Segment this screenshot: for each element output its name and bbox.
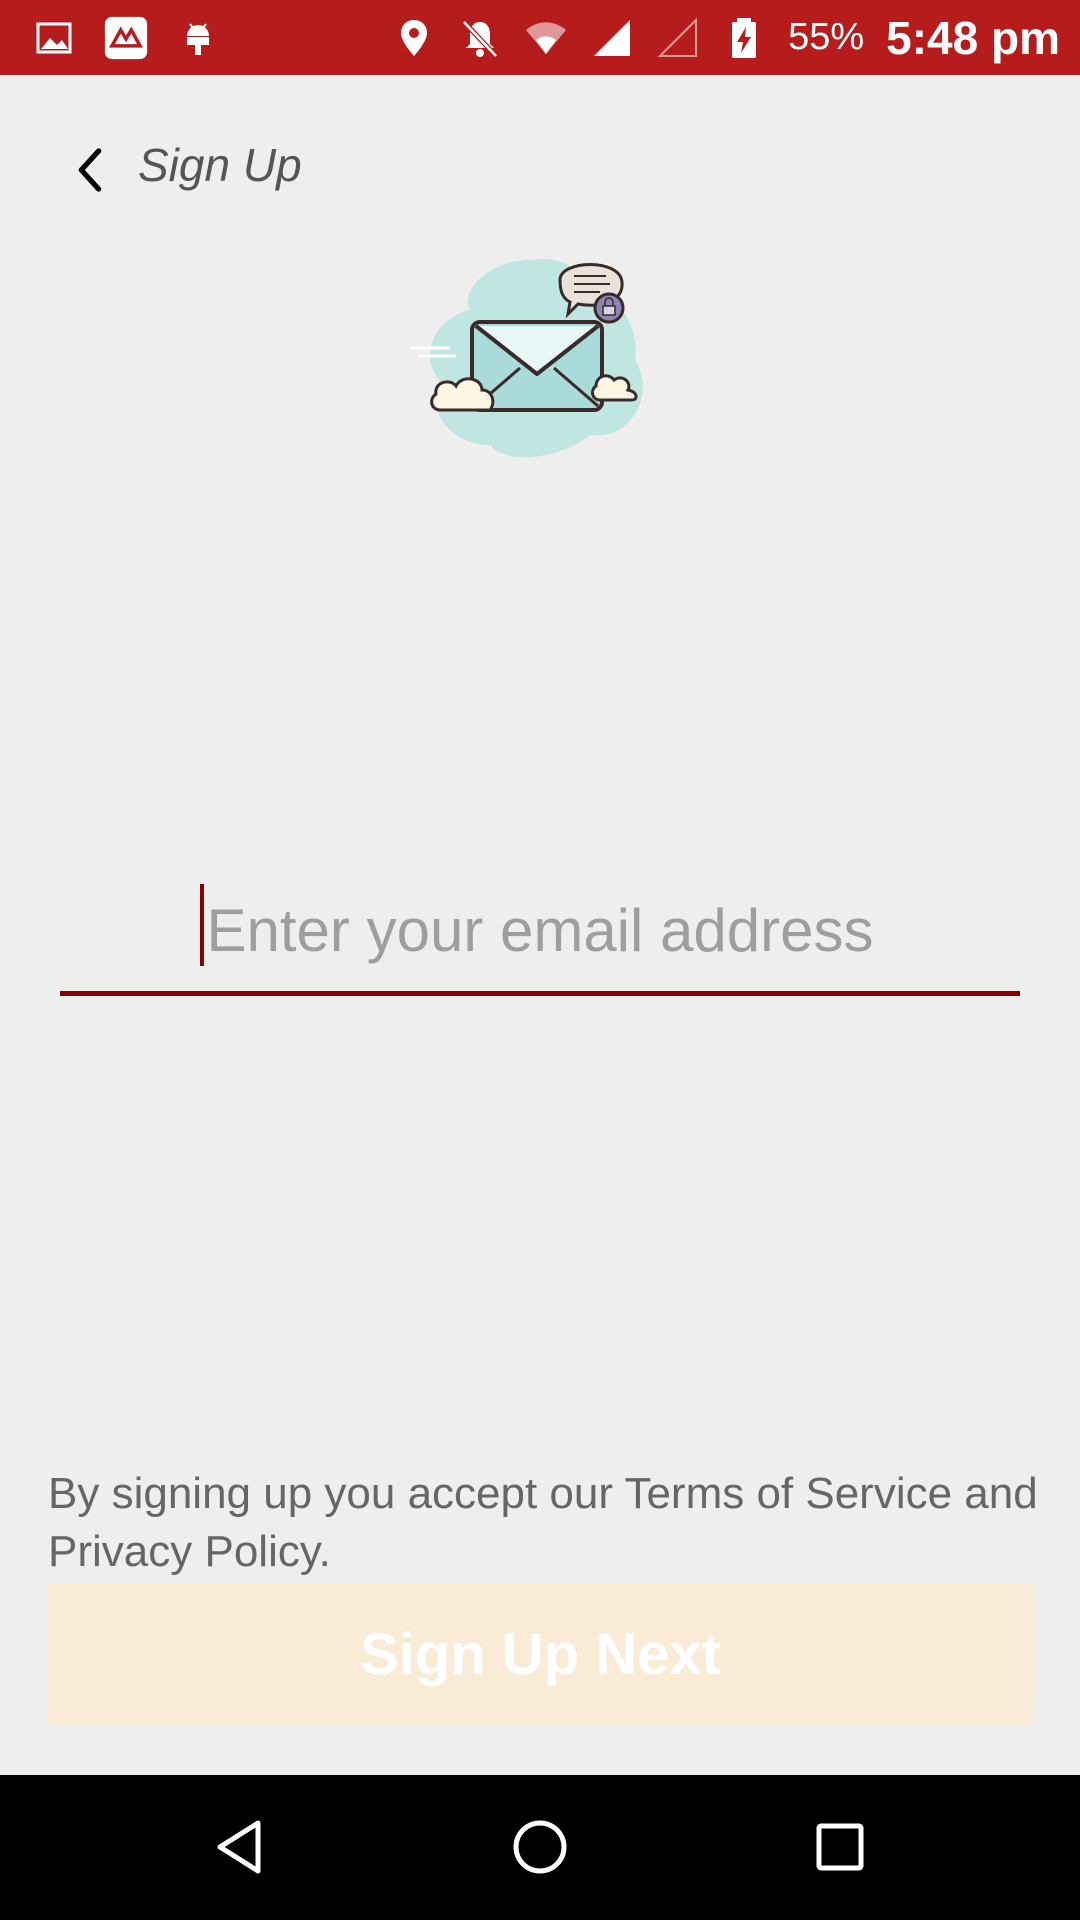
- location-icon: [392, 16, 436, 60]
- cell-signal-empty-icon: [656, 16, 700, 60]
- back-button[interactable]: [60, 130, 120, 210]
- email-illustration: [410, 250, 670, 470]
- home-circle-icon: [513, 1820, 567, 1874]
- nav-home-button[interactable]: [490, 1797, 590, 1897]
- sign-up-next-button[interactable]: Sign Up Next: [48, 1583, 1033, 1726]
- status-clock: 5:48 pm: [886, 11, 1060, 64]
- app-logo-icon: [104, 16, 148, 60]
- status-bar: 55% 5:48 pm: [0, 0, 1080, 75]
- image-icon: [32, 16, 76, 60]
- chevron-left-icon: [78, 148, 102, 192]
- email-field[interactable]: [60, 870, 1020, 990]
- battery-percentage: 55%: [788, 16, 865, 58]
- email-field-underline: [60, 991, 1020, 996]
- recents-square-icon: [816, 1823, 864, 1871]
- terms-text: By signing up you accept our Terms of Se…: [48, 1469, 1038, 1576]
- envelope-chat-lock-icon: [410, 259, 643, 458]
- android-debug-icon: [176, 16, 220, 60]
- wifi-icon: [524, 16, 568, 60]
- nav-recents-button[interactable]: [790, 1797, 890, 1897]
- bell-off-icon: [458, 16, 502, 60]
- back-triangle-icon: [217, 1820, 261, 1874]
- system-nav-bar: [0, 1775, 1080, 1920]
- nav-back-button[interactable]: [190, 1797, 290, 1897]
- status-bar-left: [32, 0, 220, 75]
- page-title: Sign Up: [138, 139, 302, 191]
- battery-charging-icon: [722, 16, 766, 60]
- email-field-container: [60, 870, 1020, 996]
- text-cursor: [200, 884, 204, 966]
- cell-signal-icon: [590, 16, 634, 60]
- status-bar-right: 55% 5:48 pm: [392, 0, 1060, 75]
